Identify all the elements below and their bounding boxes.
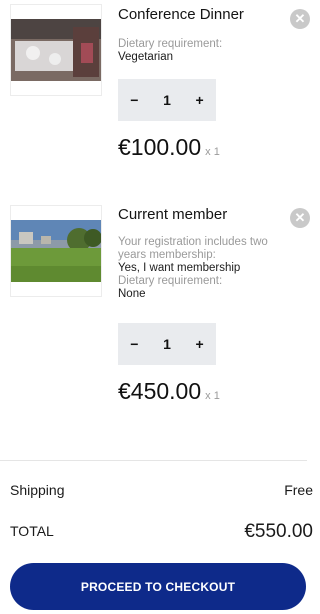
item-thumbnail <box>10 4 102 96</box>
detail-value: None <box>118 288 146 300</box>
shipping-value: Free <box>284 482 313 498</box>
decrease-quantity-button[interactable]: − <box>122 92 146 108</box>
item-details: Your registration includes two years mem… <box>118 236 283 301</box>
increase-quantity-button[interactable]: + <box>188 92 212 108</box>
item-price-row: €450.00 x 1 <box>118 378 220 405</box>
increase-quantity-button[interactable]: + <box>188 336 212 352</box>
quantity-stepper: − 1 + <box>118 79 216 121</box>
total-value: €550.00 <box>244 521 313 542</box>
item-multiplier: x 1 <box>205 146 220 158</box>
item-details: Dietary requirement: Vegetarian <box>118 38 222 64</box>
remove-item-button[interactable]: ✕ <box>290 9 310 29</box>
item-multiplier: x 1 <box>205 390 220 402</box>
item-title[interactable]: Conference Dinner <box>118 6 244 23</box>
item-price: €100.00 <box>118 134 202 160</box>
quantity-value[interactable]: 1 <box>155 336 179 352</box>
divider <box>0 460 307 461</box>
detail-value: Vegetarian <box>118 51 173 63</box>
item-thumbnail <box>10 205 102 297</box>
item-title[interactable]: Current member <box>118 206 227 223</box>
detail-label: Your registration includes two years mem… <box>118 236 268 261</box>
decrease-quantity-button[interactable]: − <box>122 336 146 352</box>
total-label: TOTAL <box>10 523 54 539</box>
detail-value: Yes, I want membership <box>118 262 241 274</box>
item-price: €450.00 <box>118 378 202 404</box>
proceed-to-checkout-button[interactable]: PROCEED TO CHECKOUT <box>10 563 306 610</box>
quantity-value[interactable]: 1 <box>155 92 179 108</box>
detail-label: Dietary requirement: <box>118 38 223 50</box>
remove-item-button[interactable]: ✕ <box>290 208 310 228</box>
detail-label: Dietary requirement: <box>118 275 223 287</box>
shipping-label: Shipping <box>10 482 65 498</box>
item-price-row: €100.00 x 1 <box>118 134 220 161</box>
quantity-stepper: − 1 + <box>118 323 216 365</box>
